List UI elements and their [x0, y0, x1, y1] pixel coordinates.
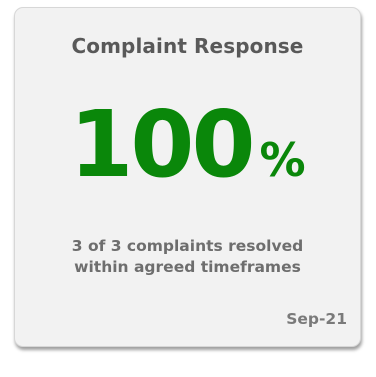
card-title: Complaint Response — [71, 34, 304, 58]
metric-display: 100% — [15, 99, 360, 191]
kpi-card: Complaint Response 100% 3 of 3 complaint… — [14, 7, 361, 347]
period-date: Sep-21 — [286, 310, 347, 328]
metric-description: 3 of 3 complaints resolved within agreed… — [15, 236, 360, 278]
metric-unit: % — [259, 133, 306, 187]
metric-value: 100 — [69, 91, 255, 198]
description-line-1: 3 of 3 complaints resolved — [71, 237, 304, 255]
description-line-2: within agreed timeframes — [74, 258, 301, 276]
